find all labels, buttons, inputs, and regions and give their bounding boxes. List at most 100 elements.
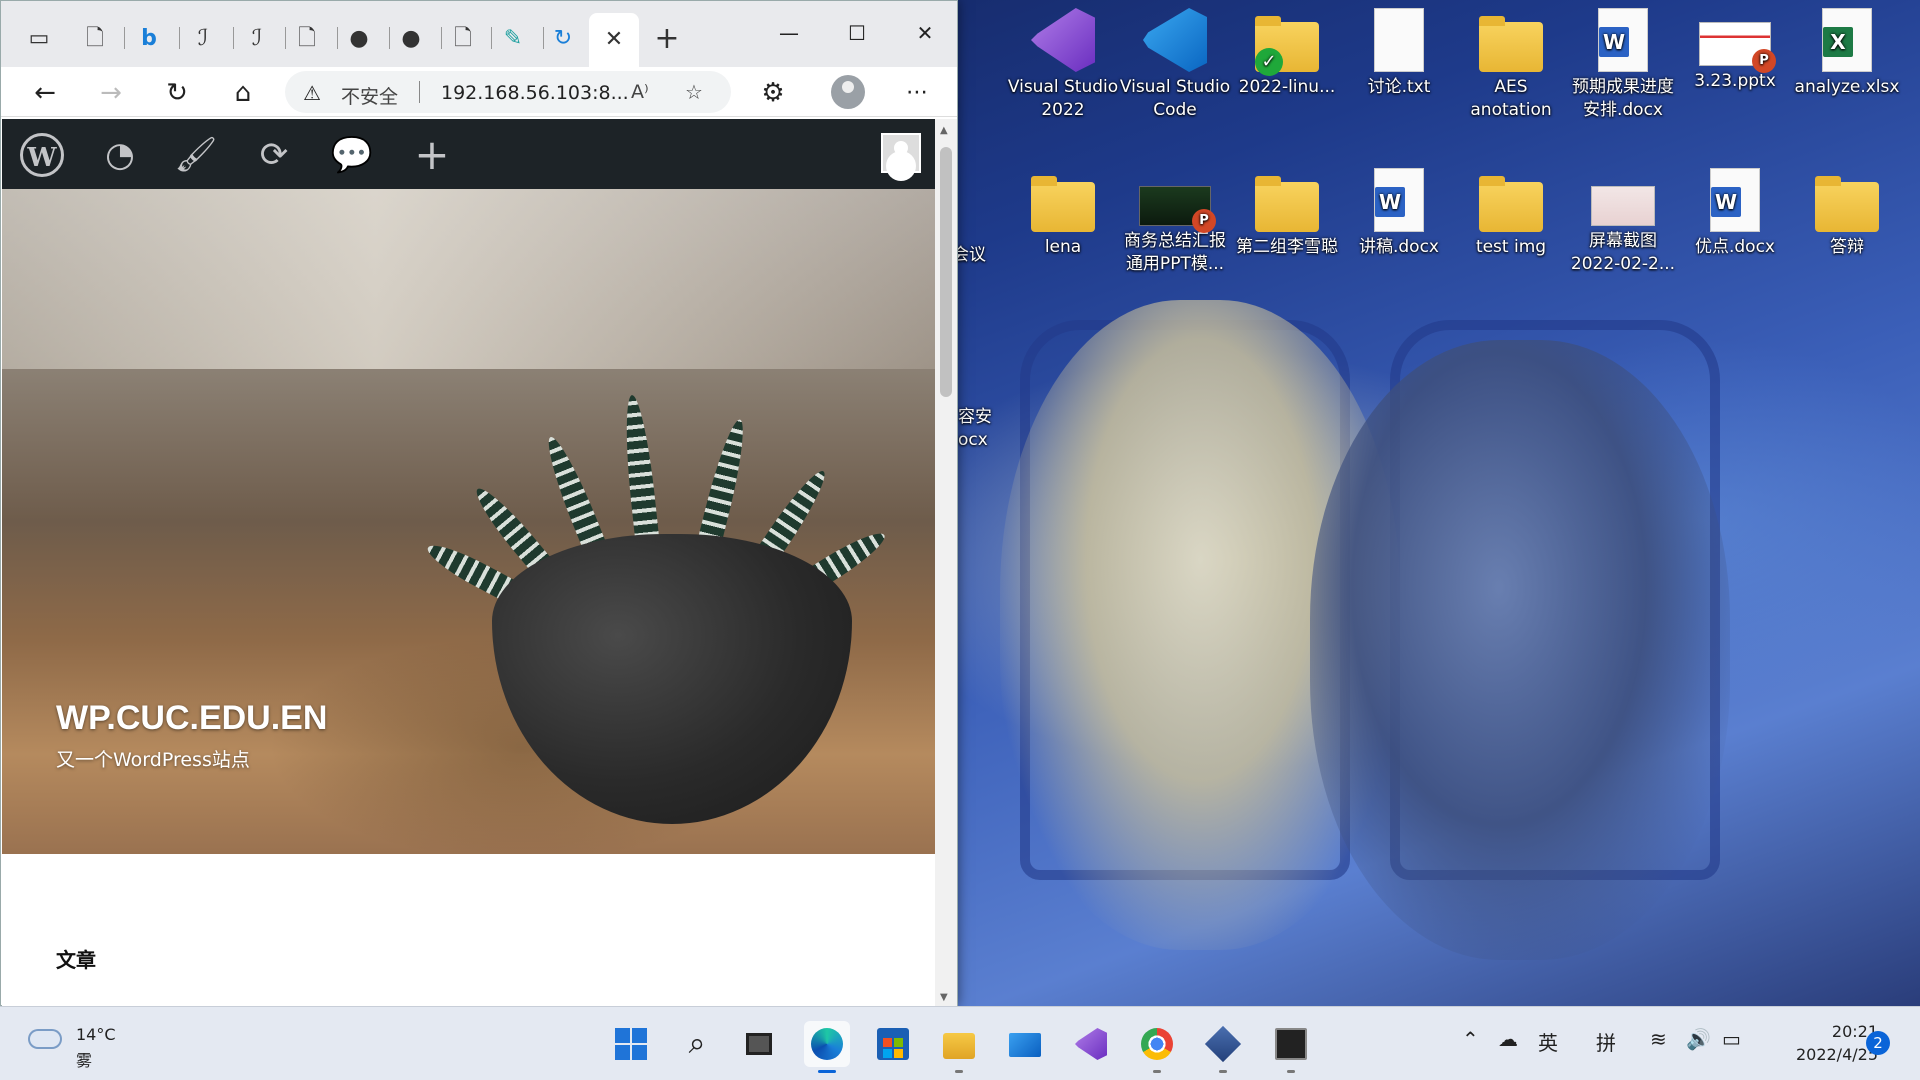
weather-widget[interactable]: 14°C 雾 [28, 1019, 148, 1070]
snipping-tool-icon [1275, 1028, 1307, 1060]
tab-loading-icon[interactable]: ↻ [545, 21, 581, 57]
read-aloud-icon[interactable]: A⁾ [631, 81, 649, 103]
desktop-icon-progress-docx[interactable]: W 预期成果进度安排.docx [1567, 8, 1679, 122]
folder-icon [1479, 16, 1543, 72]
security-label[interactable]: 不安全 [341, 82, 398, 109]
desktop-icon-label: 讲稿.docx [1358, 237, 1439, 257]
clock-time[interactable]: 20:21 [1792, 1022, 1878, 1041]
virtualbox-icon [1204, 1025, 1242, 1063]
tab-tool-icon[interactable]: ✎ [495, 21, 531, 57]
more-menu-icon[interactable]: ⋯ [897, 75, 937, 111]
new-content-icon[interactable]: + [410, 133, 454, 177]
tab-active[interactable]: ✕ [589, 13, 639, 67]
search-button[interactable]: ⌕ [674, 1021, 720, 1067]
chevron-up-icon[interactable]: ⌃ [1462, 1027, 1479, 1051]
desktop-icon-screenshot[interactable]: 屏幕截图 2022-02-2... [1567, 168, 1679, 276]
scroll-up-icon[interactable]: ▲ [940, 125, 948, 136]
taskbar-app-mail[interactable] [1002, 1021, 1048, 1067]
scroll-down-icon[interactable]: ▼ [940, 992, 948, 1003]
tab-separator [124, 27, 125, 49]
tab-github-icon[interactable]: ● [341, 21, 377, 57]
customize-brush-icon[interactable]: 🖌 [174, 133, 218, 177]
desktop-icon-label: 第二组李雪聪 [1236, 237, 1338, 257]
desktop-icon-label: Visual Studio Code [1119, 77, 1231, 120]
tab-separator [233, 27, 234, 49]
task-view-button[interactable] [736, 1021, 782, 1067]
tab-bing-icon[interactable]: b [131, 21, 167, 57]
page-scrollbar[interactable]: ▲ ▼ [935, 119, 957, 1007]
maximize-button[interactable]: ☐ [827, 13, 887, 53]
tab-page-icon[interactable]: 🗋 [77, 21, 113, 57]
taskbar-app-snipping[interactable] [1268, 1021, 1314, 1073]
onedrive-cloud-icon[interactable]: ☁ [1498, 1027, 1518, 1051]
user-avatar[interactable] [881, 133, 921, 173]
updates-icon[interactable]: ⟳ [252, 133, 296, 177]
scroll-thumb[interactable] [940, 147, 952, 397]
profile-avatar[interactable] [831, 75, 865, 109]
tab-page-icon[interactable]: 🗋 [445, 21, 481, 57]
back-arrow-icon[interactable]: ← [25, 75, 65, 111]
forward-arrow-icon[interactable]: → [91, 75, 131, 111]
text-file-icon [1374, 8, 1424, 72]
dashboard-icon[interactable]: ◔ [98, 133, 142, 177]
tab-github-icon[interactable]: ● [393, 21, 429, 57]
windows-logo-icon [615, 1028, 647, 1060]
tab-script-icon[interactable]: ℐ [185, 21, 221, 57]
taskbar-app-virtualbox[interactable] [1200, 1021, 1246, 1073]
tab-separator [389, 27, 390, 49]
comments-icon[interactable]: 💬 [330, 133, 374, 177]
desktop-icon-partial-docx[interactable]: 容安 ocx [958, 406, 1018, 452]
weather-condition: 雾 [76, 1051, 93, 1070]
desktop-icon-2022-linux[interactable]: ✓ 2022-linu... [1231, 8, 1343, 99]
taskbar-app-store[interactable] [870, 1021, 916, 1067]
address-bar[interactable]: ⚠ 不安全 192.168.56.103:8... A⁾ ☆ [285, 71, 731, 113]
taskbar-app-edge[interactable] [804, 1021, 850, 1073]
extensions-icon[interactable]: ⚙ [753, 75, 793, 111]
navigation-bar: ← → ↻ ⌂ ⚠ 不安全 192.168.56.103:8... A⁾ ☆ ⚙… [1, 67, 957, 117]
visual-studio-icon [1031, 8, 1095, 72]
desktop-icon-vscode[interactable]: Visual Studio Code [1119, 8, 1231, 122]
plant-pot [492, 534, 852, 824]
home-icon[interactable]: ⌂ [223, 75, 263, 111]
volume-icon[interactable]: 🔊 [1686, 1027, 1711, 1051]
ime-language[interactable]: 英 [1538, 1027, 1558, 1056]
desktop-icon-aes-anotation[interactable]: AES anotation [1455, 8, 1567, 122]
tab-actions-icon[interactable]: ▭ [21, 21, 57, 57]
minimize-button[interactable]: — [759, 13, 819, 53]
desktop-icon-lena[interactable]: lena [1007, 168, 1119, 259]
battery-icon[interactable]: ▭ [1722, 1027, 1741, 1051]
ime-mode[interactable]: 拼 [1596, 1027, 1616, 1056]
warning-icon[interactable]: ⚠ [303, 81, 321, 105]
notification-badge[interactable]: 2 [1866, 1031, 1890, 1055]
add-favorite-icon[interactable]: ☆ [685, 80, 703, 104]
desktop-icon-discussion-txt[interactable]: 讨论.txt [1343, 8, 1455, 99]
chrome-icon [1141, 1028, 1173, 1060]
desktop-icon-label: 讨论.txt [1367, 77, 1431, 97]
desktop-icon-defense[interactable]: 答辩 [1791, 168, 1903, 259]
desktop-icon-business-ppt[interactable]: P 商务总结汇报通用PPT模... [1119, 168, 1231, 276]
url-text[interactable]: 192.168.56.103:8... [441, 82, 629, 104]
desktop-icon-group2[interactable]: 第二组李雪聪 [1231, 168, 1343, 259]
desktop-icon-speech-docx[interactable]: W 讲稿.docx [1343, 168, 1455, 259]
site-title[interactable]: WP.CUC.EDU.EN [56, 699, 327, 738]
close-tab-icon[interactable]: ✕ [596, 22, 632, 58]
desktop-icon-visual-studio-2022[interactable]: Visual Studio 2022 [1007, 8, 1119, 122]
tab-script-icon[interactable]: ℐ [239, 21, 275, 57]
refresh-icon[interactable]: ↻ [157, 75, 197, 111]
wifi-icon[interactable]: ≋ [1650, 1027, 1667, 1051]
taskbar-app-visual-studio[interactable] [1068, 1021, 1114, 1067]
taskbar-app-file-explorer[interactable] [936, 1021, 982, 1073]
close-window-button[interactable]: ✕ [895, 13, 955, 53]
desktop-icon-advantages-docx[interactable]: W 优点.docx [1679, 168, 1791, 259]
wordpress-logo-icon[interactable]: W [20, 133, 64, 177]
section-heading: 文章 [56, 948, 96, 972]
desktop-icon-test-img[interactable]: test img [1455, 168, 1567, 259]
desktop-icon-analyze-xlsx[interactable]: X analyze.xlsx [1791, 8, 1903, 99]
desktop-icon-3-23-pptx[interactable]: P 3.23.pptx [1679, 8, 1791, 93]
taskbar-app-chrome[interactable] [1134, 1021, 1180, 1073]
clock-date[interactable]: 2022/4/25 [1772, 1045, 1878, 1064]
start-button[interactable] [608, 1021, 654, 1067]
tab-page-icon[interactable]: 🗋 [289, 21, 325, 57]
desktop-icon-partial-meeting[interactable]: 会议 [952, 244, 1012, 267]
new-tab-icon[interactable]: + [649, 21, 685, 57]
